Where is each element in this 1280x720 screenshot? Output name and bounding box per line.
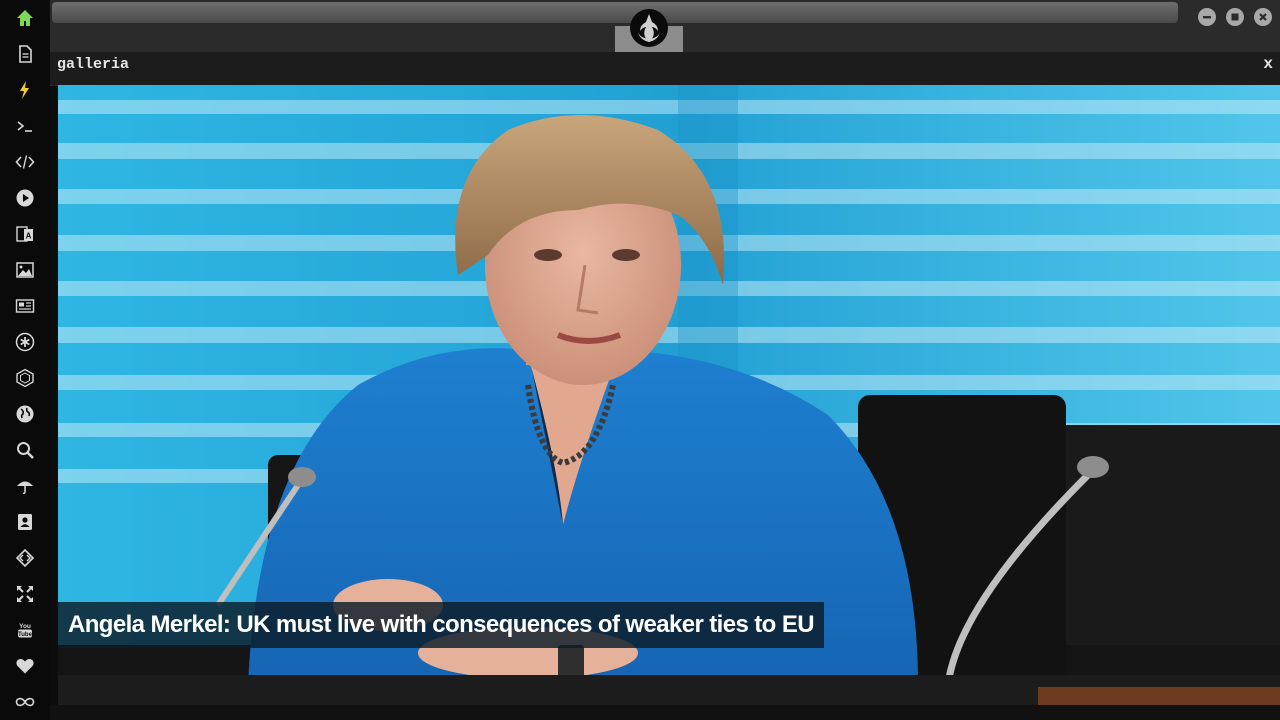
home-icon[interactable]	[13, 6, 37, 30]
image-icon[interactable]	[13, 258, 37, 282]
lightning-icon[interactable]	[13, 78, 37, 102]
hexagon-icon[interactable]	[13, 366, 37, 390]
terminal-icon[interactable]	[13, 114, 37, 138]
svg-text:A: A	[26, 232, 32, 241]
globe-icon[interactable]	[13, 402, 37, 426]
panel-close-button[interactable]: x	[1263, 55, 1273, 73]
infinity-icon[interactable]	[13, 690, 37, 714]
document-icon[interactable]	[13, 42, 37, 66]
code-icon[interactable]	[13, 150, 37, 174]
address-bar[interactable]	[52, 2, 1178, 23]
play-icon[interactable]	[13, 186, 37, 210]
close-icon[interactable]	[1254, 8, 1272, 26]
panel-title: galleria	[57, 56, 130, 73]
sidebar: A You Tube	[0, 0, 50, 720]
youtube-icon[interactable]: You Tube	[13, 618, 37, 642]
rebel-alliance-icon[interactable]	[629, 8, 669, 48]
code-diamond-icon[interactable]	[13, 546, 37, 570]
translate-icon[interactable]: A	[13, 222, 37, 246]
contacts-icon[interactable]	[13, 510, 37, 534]
expand-icon[interactable]	[13, 582, 37, 606]
svg-text:You: You	[19, 623, 31, 630]
minimize-icon[interactable]	[1198, 8, 1216, 26]
asterisk-icon[interactable]	[13, 330, 37, 354]
news-icon[interactable]	[13, 294, 37, 318]
search-icon[interactable]	[13, 438, 37, 462]
bottom-strip	[50, 705, 1280, 720]
gallery-caption[interactable]: Angela Merkel: UK must live with consequ…	[58, 602, 824, 648]
top-bar	[50, 0, 1280, 52]
umbrella-icon[interactable]	[13, 474, 37, 498]
svg-text:Tube: Tube	[18, 632, 33, 638]
maximize-icon[interactable]	[1226, 8, 1244, 26]
panel-header: galleria x	[50, 52, 1280, 86]
heart-icon[interactable]	[13, 654, 37, 678]
